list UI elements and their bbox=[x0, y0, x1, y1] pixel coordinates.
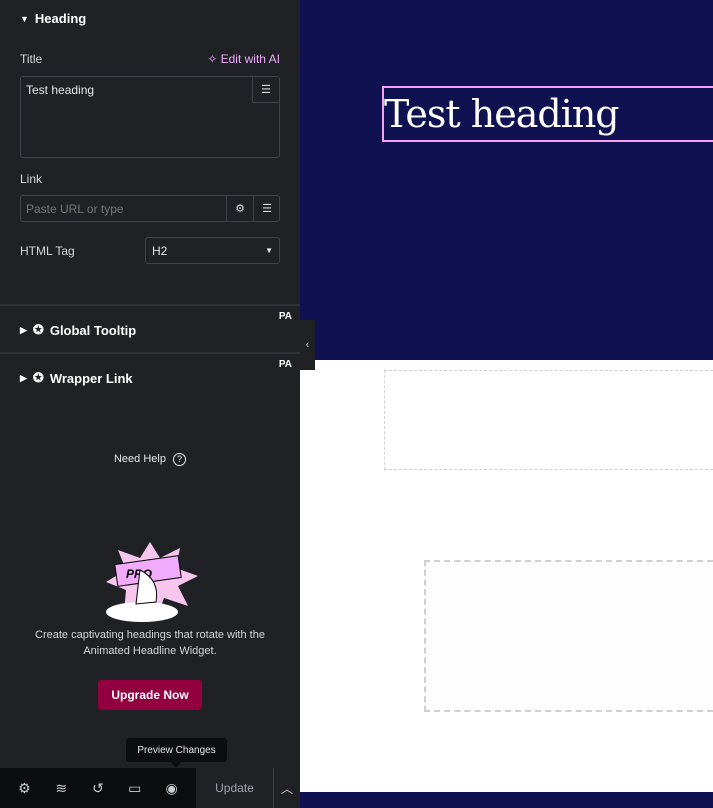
html-tag-value: H2 bbox=[152, 243, 168, 258]
edit-ai-label: Edit with AI bbox=[220, 52, 280, 66]
responsive-mode-icon[interactable]: ▭ bbox=[125, 780, 145, 797]
title-value: Test heading bbox=[26, 83, 95, 97]
canvas-hero-section: Test heading bbox=[300, 0, 713, 360]
pa-logo-icon: ✪ bbox=[32, 322, 44, 337]
divider bbox=[0, 304, 300, 306]
heading-widget[interactable]: Test heading bbox=[382, 86, 713, 142]
empty-container-placeholder[interactable] bbox=[424, 560, 713, 712]
section-title: Global Tooltip bbox=[49, 322, 137, 338]
layers-icon[interactable]: ≋ bbox=[51, 780, 71, 797]
need-help-link[interactable]: Need Help ? bbox=[0, 453, 300, 466]
update-button[interactable]: Update bbox=[196, 768, 273, 808]
divider bbox=[0, 352, 300, 354]
save-options-chevron-up-icon[interactable]: ︿ bbox=[274, 768, 300, 808]
html-tag-select[interactable]: H2 ▼ bbox=[145, 237, 280, 264]
link-input-group: ⚙ ☰ bbox=[20, 195, 280, 222]
sparkle-icon: ✧ bbox=[207, 52, 221, 66]
need-help-label: Need Help bbox=[113, 453, 166, 465]
link-label: Link bbox=[20, 172, 43, 186]
pa-logo-icon: ✪ bbox=[32, 370, 44, 385]
title-label: Title bbox=[20, 52, 43, 66]
promo-text: Create captivating headings that rotate … bbox=[35, 629, 265, 657]
footer-toolbar: ⚙ ≋ ↺ ▭ ◉ bbox=[0, 768, 196, 808]
caret-right-icon: ▶ bbox=[20, 324, 27, 335]
wrapper-link-section[interactable]: ▶ ✪ Wrapper Link bbox=[20, 370, 133, 386]
caret-right-icon: ▶ bbox=[20, 372, 27, 383]
heading-section-toggle[interactable]: ▼ Heading bbox=[20, 11, 86, 26]
upgrade-now-button[interactable]: Upgrade Now bbox=[98, 680, 202, 710]
canvas-heading: Test heading bbox=[384, 92, 620, 136]
canvas-footer-section bbox=[300, 792, 713, 808]
title-textarea[interactable]: Test heading ☰ bbox=[20, 76, 280, 158]
pa-badge: PA bbox=[278, 311, 292, 322]
link-options-button[interactable]: ⚙ bbox=[226, 196, 253, 221]
link-dynamic-button[interactable]: ☰ bbox=[253, 196, 280, 221]
pro-illustration: PRO bbox=[106, 542, 198, 622]
empty-section-placeholder[interactable] bbox=[384, 370, 713, 470]
collapse-panel-button[interactable]: ‹ bbox=[300, 320, 315, 370]
link-input[interactable] bbox=[21, 196, 226, 221]
edit-with-ai-button[interactable]: ✧ Edit with AI bbox=[207, 52, 280, 66]
preview-tooltip: Preview Changes bbox=[126, 738, 227, 762]
global-tooltip-section[interactable]: ▶ ✪ Global Tooltip bbox=[20, 322, 136, 338]
caret-down-icon: ▼ bbox=[20, 13, 29, 24]
section-title: Wrapper Link bbox=[49, 370, 133, 386]
chevron-left-icon: ‹ bbox=[305, 339, 310, 351]
chevron-down-icon: ▼ bbox=[265, 246, 273, 255]
html-tag-label: HTML Tag bbox=[20, 244, 75, 258]
help-circle-icon: ? bbox=[173, 453, 187, 466]
preview-eye-icon[interactable]: ◉ bbox=[162, 780, 182, 797]
history-icon[interactable]: ↺ bbox=[88, 780, 108, 797]
pa-badge: PA bbox=[278, 359, 292, 370]
section-title: Heading bbox=[34, 11, 87, 26]
database-icon: ☰ bbox=[261, 84, 271, 96]
editor-panel: ▼ Heading Title ✧ Edit with AI Test head… bbox=[0, 0, 300, 808]
gear-icon: ⚙ bbox=[235, 203, 245, 215]
database-icon: ☰ bbox=[262, 203, 272, 215]
settings-gear-icon[interactable]: ⚙ bbox=[14, 780, 34, 797]
dynamic-tags-button[interactable]: ☰ bbox=[252, 77, 279, 103]
